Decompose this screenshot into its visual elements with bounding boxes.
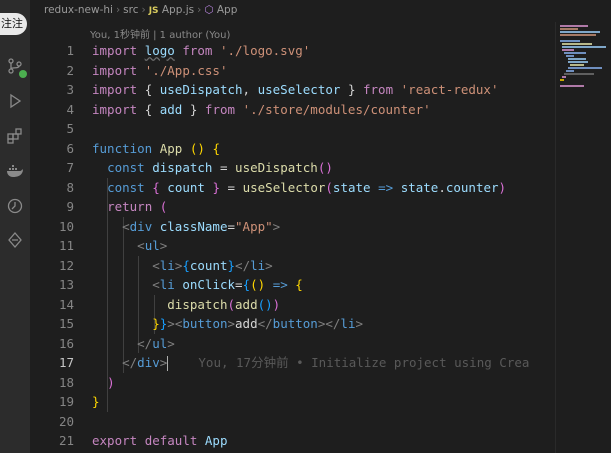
code-line[interactable]: 15 }}><button>add</button></li> [30, 314, 555, 334]
chevron-right-icon: › [141, 4, 146, 16]
breadcrumb-symbol[interactable]: App [217, 4, 238, 16]
status-badge [19, 70, 27, 78]
code-line[interactable]: 21 export default App [30, 431, 555, 451]
code-line[interactable]: 11 <ul> [30, 236, 555, 256]
code-line[interactable]: 1 import logo from './logo.svg' [30, 41, 555, 61]
breadcrumb: redux-new-hi › src › JS App.js › ⬡ App [30, 0, 611, 22]
code-line[interactable]: 12 <li>{count}</li> [30, 256, 555, 276]
breadcrumb-src[interactable]: src [123, 4, 138, 16]
chevron-right-icon: › [197, 4, 202, 16]
codelens-author[interactable]: You, 1秒钟前 | 1 author (You) [90, 26, 230, 41]
annotation-chip[interactable]: 注注 [0, 13, 27, 35]
code-line[interactable]: 9 return ( [30, 197, 555, 217]
code-editor[interactable]: 1 import logo from './logo.svg' 2 import… [30, 41, 555, 453]
code-line[interactable]: 19 } [30, 392, 555, 412]
code-line[interactable]: 14 dispatch(add()) [30, 295, 555, 315]
code-line[interactable]: 6 function App () { [30, 139, 555, 159]
minimap[interactable] [555, 22, 611, 453]
activity-bar: 注注 [0, 0, 30, 453]
code-line[interactable]: 4 import { add } from './store/modules/c… [30, 100, 555, 120]
chevron-right-icon: › [115, 4, 121, 16]
js-file-icon: JS [148, 6, 159, 16]
breadcrumb-file[interactable]: App.js [162, 4, 194, 16]
source-control-icon[interactable] [5, 56, 27, 78]
remote-explorer-icon[interactable] [5, 230, 25, 250]
text-cursor [167, 356, 169, 371]
code-line[interactable]: 20 [30, 412, 555, 432]
code-line[interactable]: 7 const dispatch = useDispatch() [30, 158, 555, 178]
symbol-icon: ⬡ [204, 4, 214, 16]
timeline-icon[interactable] [5, 196, 25, 216]
breadcrumb-folder[interactable]: redux-new-hi [44, 4, 113, 16]
code-line[interactable]: 18 ) [30, 373, 555, 393]
code-line[interactable]: 2 import './App.css' [30, 61, 555, 81]
code-line[interactable]: 8 const { count } = useSelector(state =>… [30, 178, 555, 198]
run-debug-icon[interactable] [5, 91, 25, 111]
code-line[interactable]: 10 <div className="App"> [30, 217, 555, 237]
code-line-current[interactable]: 17 </div> You, 17分钟前 • Initialize projec… [30, 353, 555, 373]
code-line[interactable]: 16 </ul> [30, 334, 555, 354]
docker-icon[interactable] [5, 161, 25, 181]
code-line[interactable]: 3 import { useDispatch, useSelector } fr… [30, 80, 555, 100]
code-line[interactable]: 13 <li onClick={() => { [30, 275, 555, 295]
code-line[interactable]: 5 [30, 119, 555, 139]
extensions-icon[interactable] [5, 126, 25, 146]
git-blame-annotation: You, 17分钟前 • Initialize project using Cr… [198, 355, 530, 370]
